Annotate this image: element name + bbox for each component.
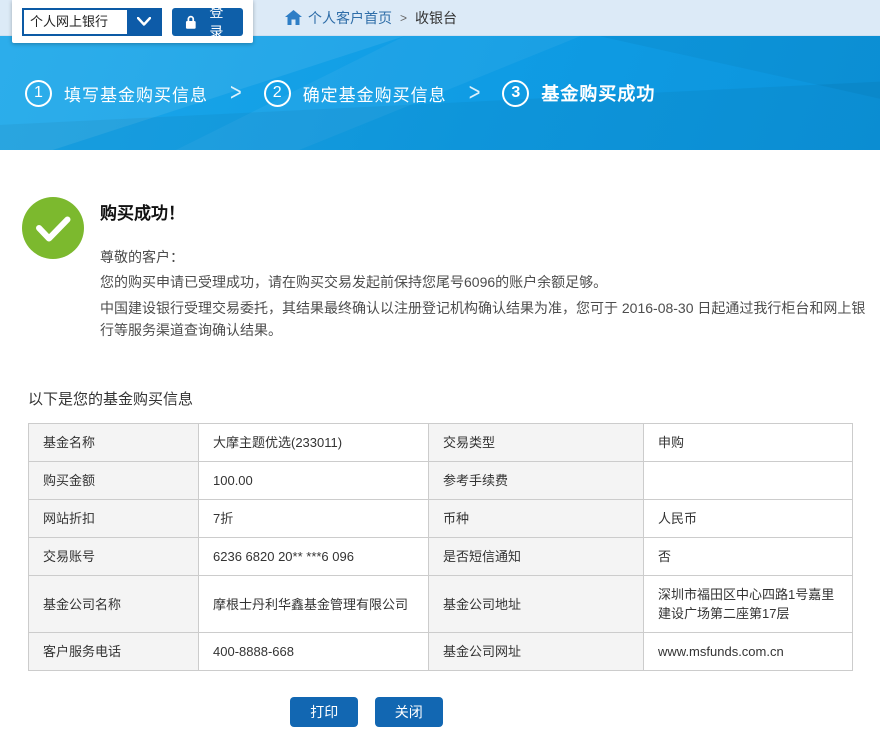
table-value-cell: 100.00 [199, 462, 429, 500]
table-label-cell: 币种 [429, 500, 644, 538]
step-2-confirm-info: 2 确定基金购买信息 [264, 80, 447, 107]
table-value-cell: 400-8888-668 [199, 633, 429, 671]
table-row: 基金名称 大摩主题优选(233011) 交易类型 申购 [29, 424, 853, 462]
table-row: 客户服务电话 400-8888-668 基金公司网址 www.msfunds.c… [29, 633, 853, 671]
table-label-cell: 基金公司地址 [429, 576, 644, 633]
table-value-cell: 深圳市福田区中心四路1号嘉里建设广场第二座第17层 [644, 576, 853, 633]
step-3-number: 3 [502, 80, 529, 107]
breadcrumb: 个人客户首页 > 收银台 [285, 0, 457, 36]
table-label-cell: 基金公司名称 [29, 576, 199, 633]
table-value-cell: 摩根士丹利华鑫基金管理有限公司 [199, 576, 429, 633]
portal-login-panel: 个人网上银行 登录 [12, 0, 253, 43]
table-label-cell: 网站折扣 [29, 500, 199, 538]
fund-info-table: 基金名称 大摩主题优选(233011) 交易类型 申购 购买金额 100.00 … [28, 423, 853, 671]
table-label-cell: 基金公司网址 [429, 633, 644, 671]
portal-select[interactable]: 个人网上银行 [22, 8, 162, 36]
step-3-success: 3 基金购买成功 [502, 80, 655, 107]
info-section-title: 以下是您的基金购买信息 [28, 388, 193, 409]
table-row: 基金公司名称 摩根士丹利华鑫基金管理有限公司 基金公司地址 深圳市福田区中心四路… [29, 576, 853, 633]
login-button[interactable]: 登录 [172, 8, 243, 36]
table-label-cell: 交易账号 [29, 538, 199, 576]
page: 个人客户首页 > 收银台 个人网上银行 登录 1 [0, 0, 880, 739]
table-row: 购买金额 100.00 参考手续费 [29, 462, 853, 500]
table-value-cell: 大摩主题优选(233011) [199, 424, 429, 462]
breadcrumb-separator: > [400, 11, 407, 25]
table-label-cell: 购买金额 [29, 462, 199, 500]
success-check-icon [22, 197, 84, 259]
table-label-cell: 基金名称 [29, 424, 199, 462]
table-value-cell: 否 [644, 538, 853, 576]
chevron-down-icon[interactable] [127, 10, 160, 34]
step-separator-icon: > [469, 79, 481, 108]
step-1-label: 填写基金购买信息 [64, 81, 208, 106]
table-label-cell: 客户服务电话 [29, 633, 199, 671]
lock-icon [185, 15, 197, 29]
table-value-cell: 7折 [199, 500, 429, 538]
steps-banner: 1 填写基金购买信息 > 2 确定基金购买信息 > 3 基金购买成功 [0, 36, 880, 150]
steps: 1 填写基金购买信息 > 2 确定基金购买信息 > 3 基金购买成功 [25, 36, 655, 150]
result-line1: 您的购买申请已受理成功，请在购买交易发起前保持您尾号6096的账户余额足够。 [100, 271, 872, 293]
portal-select-value: 个人网上银行 [24, 10, 127, 34]
result-title: 购买成功！ [100, 196, 868, 224]
table-value-cell: 申购 [644, 424, 853, 462]
breadcrumb-home-label: 个人客户首页 [308, 10, 392, 26]
result-greeting: 尊敬的客户： [100, 247, 868, 267]
home-icon [285, 10, 302, 25]
step-3-label: 基金购买成功 [541, 80, 655, 106]
table-label-cell: 参考手续费 [429, 462, 644, 500]
table-row: 交易账号 6236 6820 20** ***6 096 是否短信通知 否 [29, 538, 853, 576]
step-1-number: 1 [25, 80, 52, 107]
print-button[interactable]: 打印 [290, 697, 358, 727]
breadcrumb-home-link[interactable]: 个人客户首页 [285, 8, 392, 28]
table-value-cell: 6236 6820 20** ***6 096 [199, 538, 429, 576]
step-2-number: 2 [264, 80, 291, 107]
table-label-cell: 交易类型 [429, 424, 644, 462]
login-button-label: 登录 [203, 2, 230, 42]
step-1-fill-info: 1 填写基金购买信息 [25, 80, 208, 107]
table-row: 网站折扣 7折 币种 人民币 [29, 500, 853, 538]
table-value-cell [644, 462, 853, 500]
close-button[interactable]: 关闭 [375, 697, 443, 727]
step-2-label: 确定基金购买信息 [303, 81, 447, 106]
action-buttons: 打印 关闭 [0, 697, 733, 727]
table-value-cell: www.msfunds.com.cn [644, 633, 853, 671]
result-line2: 中国建设银行受理交易委托，其结果最终确认以注册登记机构确认结果为准，您可于 20… [100, 297, 872, 341]
step-separator-icon: > [230, 79, 242, 108]
purchase-result: 购买成功！ 尊敬的客户： 您的购买申请已受理成功，请在购买交易发起前保持您尾号6… [22, 196, 868, 341]
breadcrumb-current: 收银台 [415, 8, 457, 28]
table-value-cell: 人民币 [644, 500, 853, 538]
table-label-cell: 是否短信通知 [429, 538, 644, 576]
